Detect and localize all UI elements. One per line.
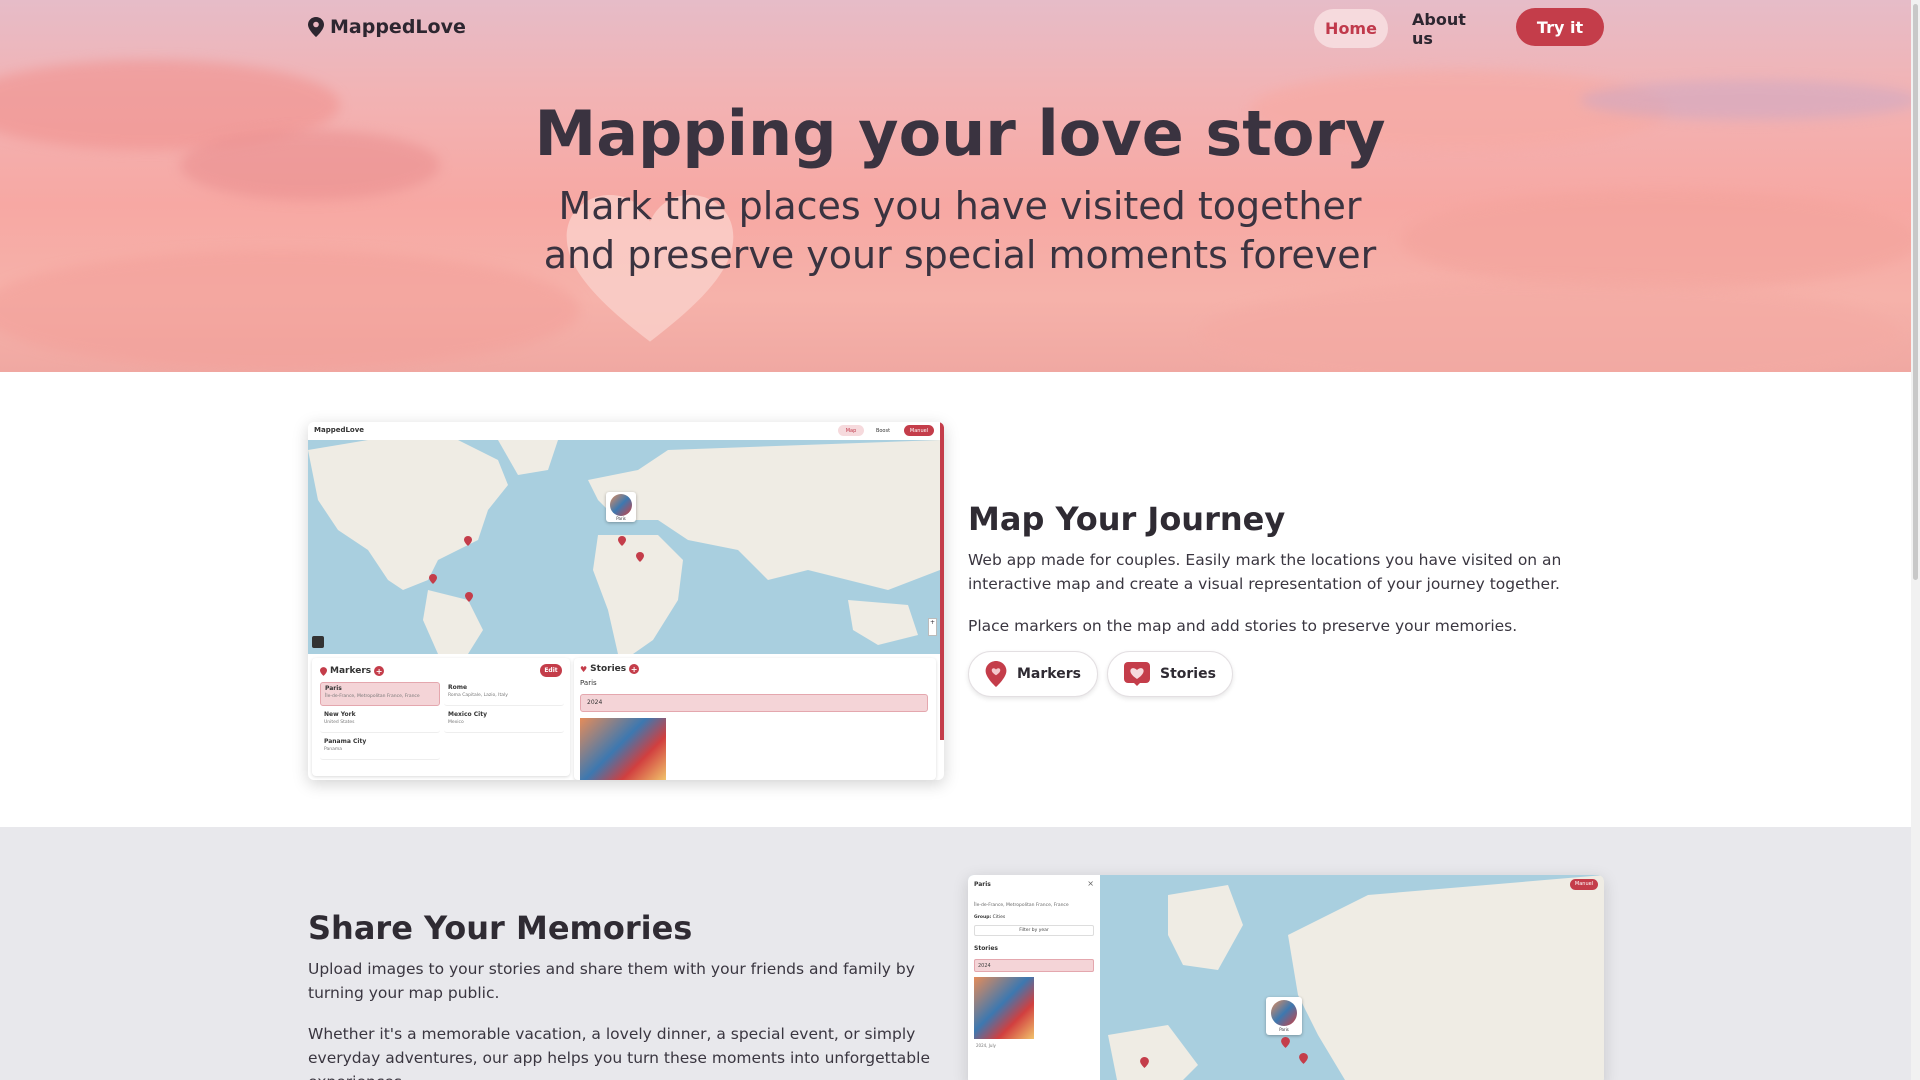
map-marker-icon (1299, 1053, 1308, 1064)
preview-map-tab: Map (838, 425, 864, 436)
preview-user-button: Manuel (1570, 879, 1598, 890)
brand-name: MappedLove (330, 16, 466, 38)
add-story-icon: + (629, 664, 640, 674)
place-detail-sidebar: Paris × Île-de-France, Metropolitan Fran… (968, 875, 1100, 1080)
filter-by-year-button: Filter by year (974, 925, 1094, 936)
markers-chip-label: Markers (1017, 666, 1081, 682)
marker-list-item: Mexico City Mexico (444, 709, 564, 733)
marker-list-item: Panama City Panama (320, 736, 440, 760)
photo-pin-thumbnail: Paris (1266, 997, 1302, 1035)
place-title: Paris (974, 881, 991, 888)
close-icon: × (1087, 879, 1094, 888)
stories-panel: ♥ Stories + Paris 2024 (574, 658, 936, 780)
edit-markers-button: Edit (540, 664, 562, 677)
photo-pin-thumbnail: Paris (606, 492, 636, 522)
brand-logo[interactable]: MappedLove (308, 16, 466, 38)
try-it-button[interactable]: Try it (1516, 8, 1604, 46)
marker-region: United States (324, 720, 355, 725)
markers-panel: Markers + Edit Paris Île-de-France, Metr… (312, 658, 570, 776)
marker-name: New York (324, 711, 356, 718)
journey-description: Web app made for couples. Easily mark th… (968, 551, 1562, 593)
marker-region: Mexico (448, 720, 464, 725)
zoom-control: + (928, 618, 937, 636)
photo-avatar (610, 494, 632, 516)
journey-title: Map Your Journey (968, 500, 1286, 538)
photo-pin-label: Paris (1279, 1027, 1289, 1032)
map-journey-section: MappedLove Map Boost Manuel Paris + Mark… (0, 372, 1920, 827)
hero-subtitle-line: Mark the places you have visited togethe… (558, 184, 1362, 228)
heart-icon: ♥ (580, 664, 588, 674)
map-pin-icon (308, 17, 324, 37)
top-navbar: MappedLove Home About us Try it (0, 0, 1920, 56)
preview-navbar: MappedLove Map Boost Manuel (308, 422, 944, 440)
world-map-graphic (308, 440, 940, 654)
hero-title: Mapping your love story (534, 97, 1386, 170)
hero-section: MappedLove Home About us Try it Mapping … (0, 0, 1920, 372)
add-marker-icon: + (374, 666, 385, 676)
story-caption: 2024, July (976, 1043, 996, 1048)
hero-subtitle-line: and preserve your special moments foreve… (543, 233, 1377, 277)
stories-chip-label: Stories (1160, 666, 1216, 682)
cloud-decoration (1200, 280, 1900, 372)
preview-brand: MappedLove (314, 426, 365, 434)
place-group: Group: Cities (974, 915, 1005, 920)
memories-preview-screenshot: Paris × Île-de-France, Metropolitan Fran… (968, 875, 1604, 1080)
map-marker-icon (465, 592, 473, 602)
marker-region: Île-de-France, Metropolitan France, Fran… (325, 694, 420, 699)
preview-world-map: Paris + (308, 440, 940, 654)
markers-panel-title: Markers (330, 666, 372, 676)
map-control-icon (312, 636, 324, 648)
marker-name: Paris (325, 685, 342, 692)
map-marker-icon (464, 536, 472, 546)
map-marker-icon (618, 536, 626, 546)
scrollbar-thumb[interactable] (1913, 4, 1918, 580)
stories-panel-header: ♥ Stories + (580, 664, 640, 674)
marker-name: Rome (448, 684, 468, 691)
app-preview-screenshot: MappedLove Map Boost Manuel Paris + Mark… (308, 422, 944, 780)
story-heart-icon (1124, 662, 1150, 686)
marker-list-item: Rome Roma Capitale, Lazio, Italy (444, 682, 564, 706)
marker-list-item: New York United States (320, 709, 440, 733)
marker-region: Roma Capitale, Lazio, Italy (448, 693, 508, 698)
stories-title: Stories (974, 945, 998, 952)
marker-name: Mexico City (448, 711, 487, 718)
year-value: 2024 (978, 963, 991, 969)
share-memories-section: Share Your Memories Upload images to you… (0, 827, 1920, 1080)
marker-name: Panama City (324, 738, 367, 745)
map-marker-icon (1140, 1057, 1149, 1068)
map-marker-icon (429, 574, 437, 584)
place-region: Île-de-France, Metropolitan France, Fran… (974, 903, 1069, 908)
nav-about-link[interactable]: About us (1412, 9, 1490, 48)
group-label: Group: (974, 915, 992, 920)
stories-place: Paris (580, 679, 597, 687)
page-scrollbar[interactable] (1911, 0, 1920, 1080)
map-pin-icon (320, 666, 327, 676)
marker-region: Panama (324, 747, 343, 752)
year-select: 2024 (974, 959, 1094, 972)
year-value: 2024 (587, 699, 603, 706)
year-select: 2024 (580, 694, 928, 712)
photo-avatar (1271, 1000, 1297, 1026)
memories-title: Share Your Memories (308, 909, 693, 947)
story-image (580, 718, 666, 780)
story-image (974, 977, 1034, 1039)
map-marker-icon (636, 552, 644, 562)
hero-subtitle: Mark the places you have visited togethe… (0, 182, 1920, 280)
group-value: Cities (992, 915, 1006, 920)
photo-pin-label: Paris (616, 516, 626, 521)
map-marker-icon (1281, 1037, 1290, 1048)
memories-description-secondary: Whether it's a memorable vacation, a lov… (308, 1025, 930, 1080)
preview-boost-tab: Boost (875, 427, 891, 434)
nav-home-button[interactable]: Home (1314, 9, 1388, 48)
markers-feature-chip[interactable]: Markers (968, 651, 1098, 697)
marker-list-item: Paris Île-de-France, Metropolitan France… (320, 682, 440, 706)
memories-description: Upload images to your stories and share … (308, 960, 915, 1002)
stories-panel-title: Stories (590, 664, 627, 674)
preview-user-button: Manuel (904, 425, 934, 436)
markers-panel-header: Markers + (320, 666, 385, 676)
preview-scroll-indicator (940, 422, 944, 740)
marker-heart-icon (985, 661, 1007, 687)
stories-feature-chip[interactable]: Stories (1107, 651, 1233, 697)
journey-description-secondary: Place markers on the map and add stories… (968, 617, 1518, 635)
